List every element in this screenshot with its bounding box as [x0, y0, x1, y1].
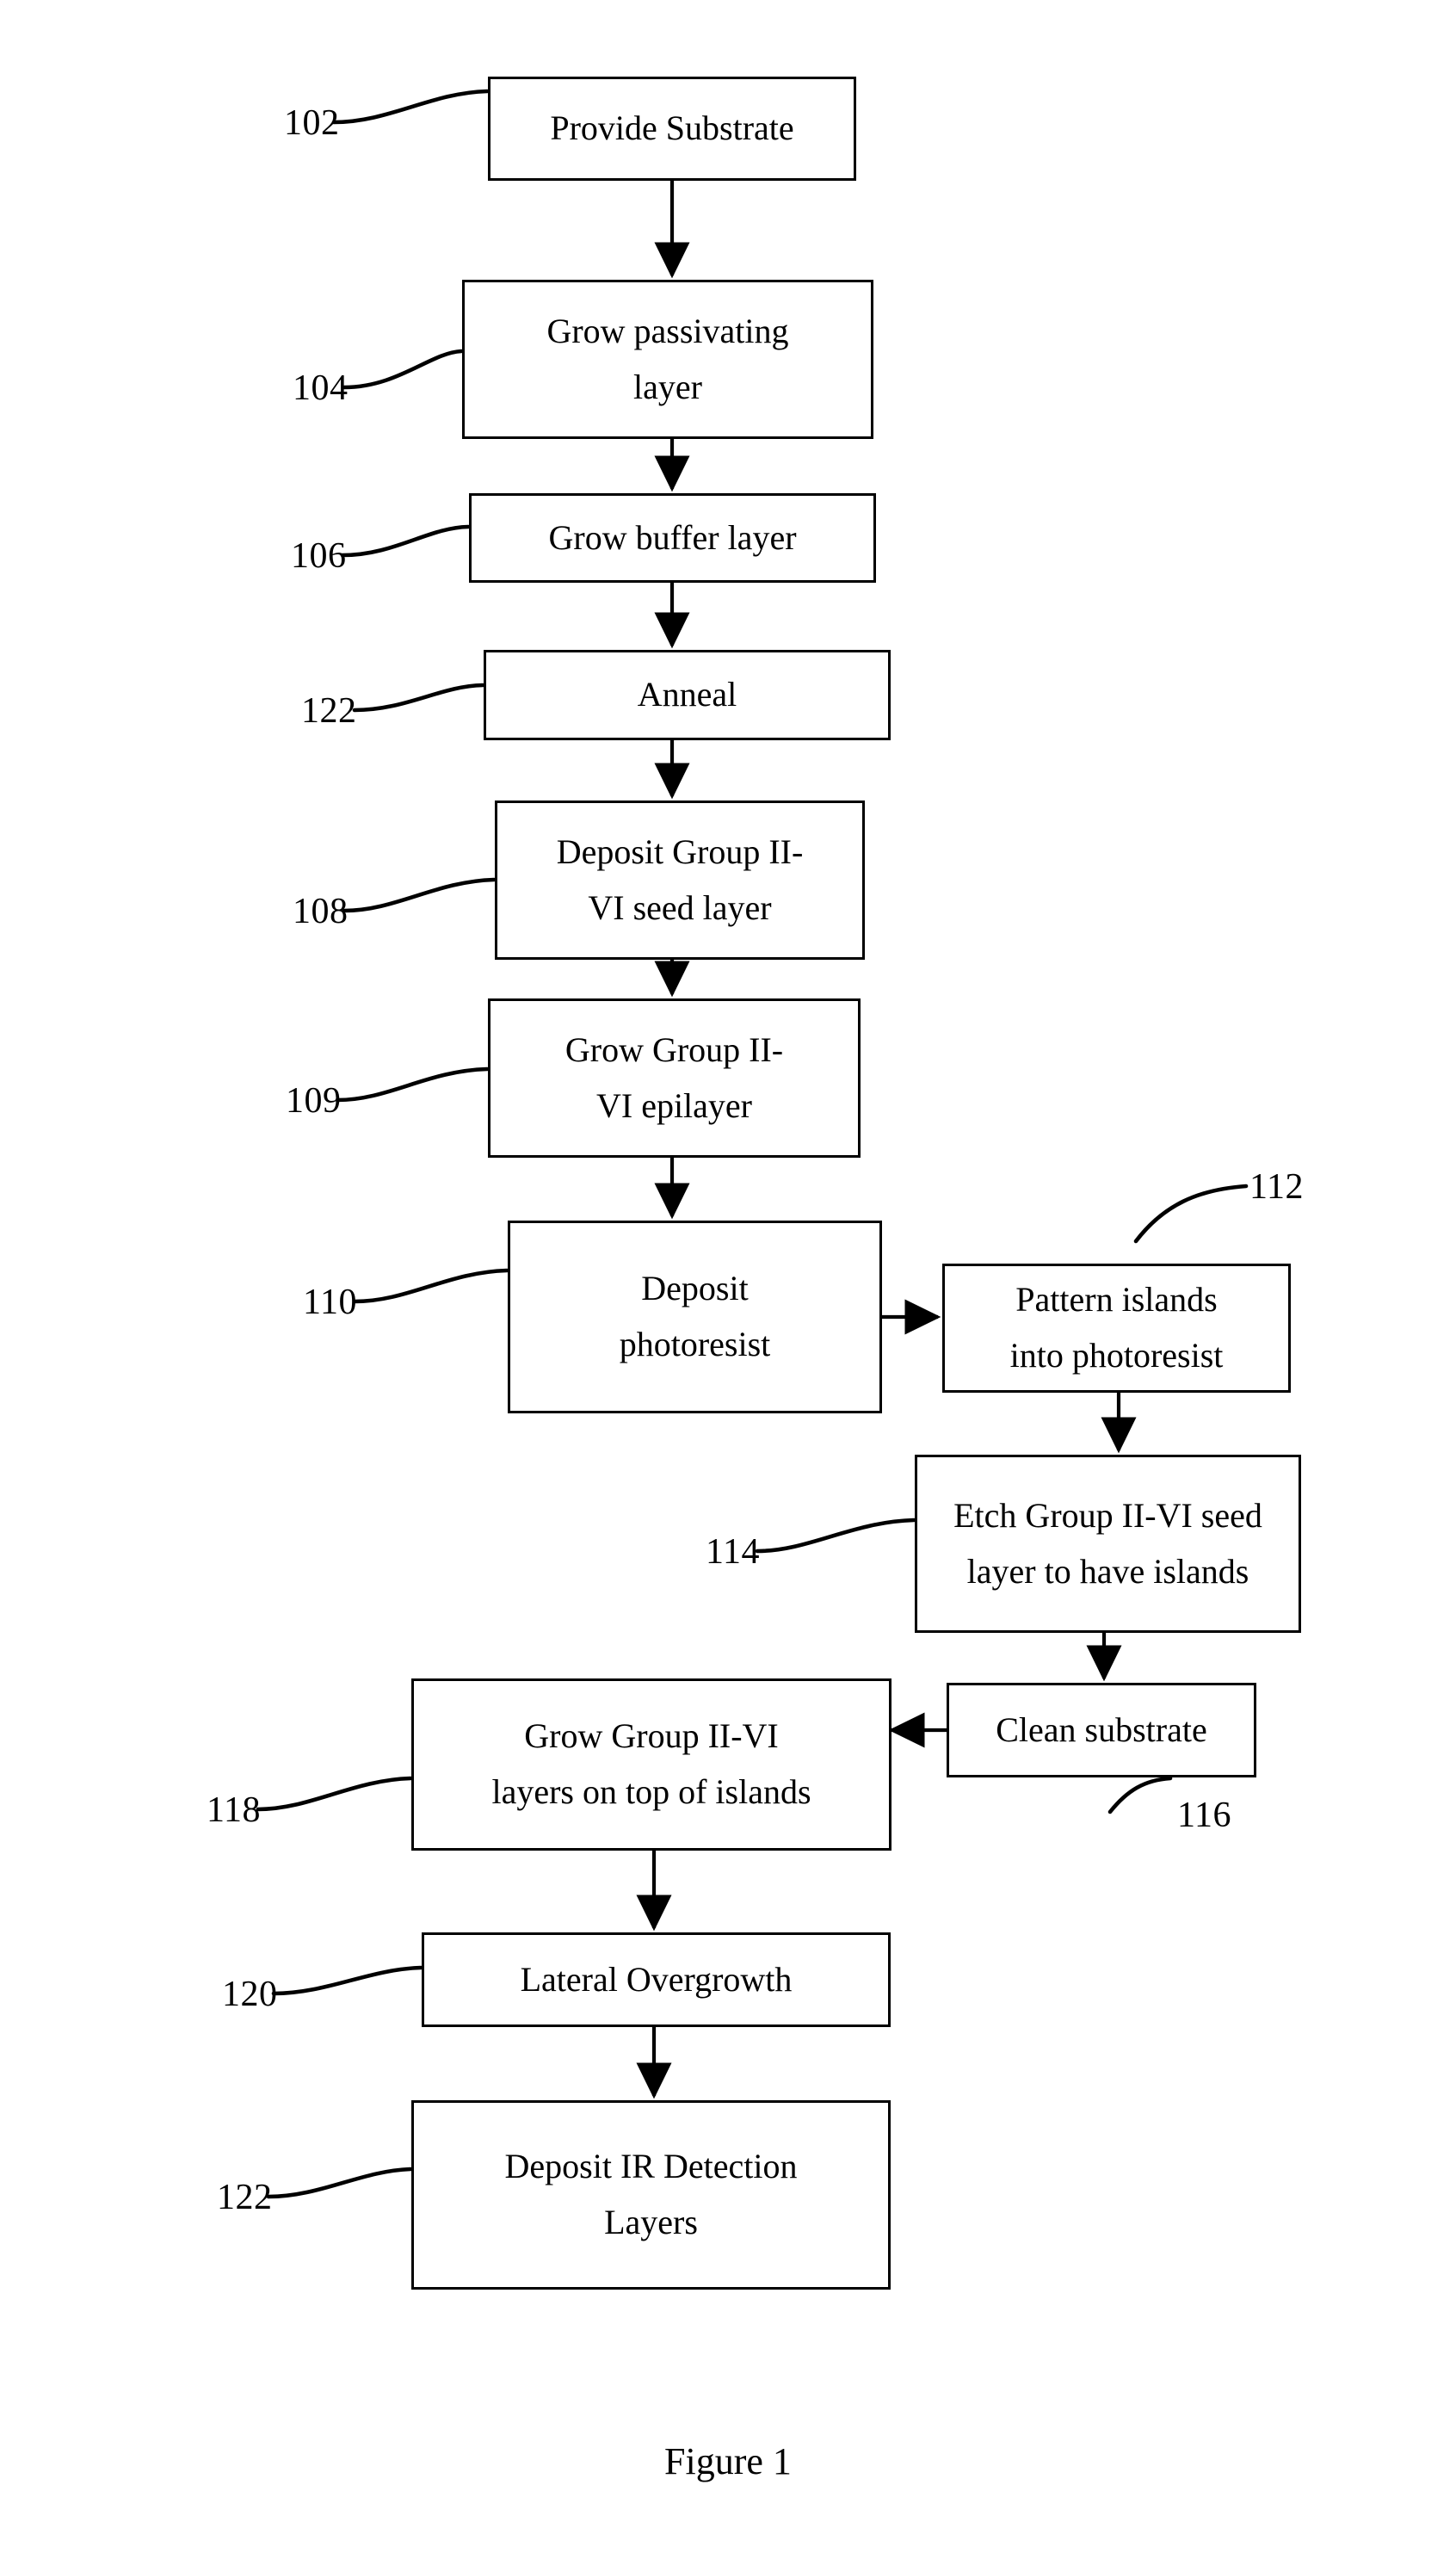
ref-numeral-112: 112 [1249, 1167, 1304, 1207]
ref-numeral-109: 109 [286, 1081, 342, 1121]
ref-numeral-122b: 122 [217, 2178, 273, 2217]
leader-104 [342, 349, 464, 390]
node-clean-substrate[interactable]: Clean substrate [947, 1683, 1256, 1777]
node-deposit-seed-layer[interactable]: Deposit Group II- VI seed layer [495, 801, 865, 960]
node-grow-epilayer[interactable]: Grow Group II- VI epilayer [488, 998, 861, 1158]
leader-108 [342, 877, 497, 913]
ref-numeral-122a: 122 [301, 691, 357, 731]
node-lateral-overgrowth[interactable]: Lateral Overgrowth [422, 1932, 891, 2027]
leader-114 [755, 1518, 916, 1554]
ref-numeral-108: 108 [293, 892, 349, 931]
patent-figure-page: Provide Substrate Grow passivating layer… [0, 0, 1456, 2553]
figure-caption: Figure 1 [664, 2440, 792, 2482]
leader-109 [335, 1066, 490, 1103]
ref-numeral-110: 110 [303, 1283, 357, 1322]
node-grow-layers-on-islands[interactable]: Grow Group II-VI layers on top of island… [411, 1678, 891, 1851]
ref-numeral-114: 114 [706, 1532, 760, 1572]
ref-numeral-116: 116 [1177, 1796, 1231, 1835]
leader-110 [352, 1268, 509, 1304]
ref-numeral-104: 104 [293, 368, 349, 408]
leader-118 [256, 1776, 413, 1812]
ref-numeral-118: 118 [207, 1790, 261, 1830]
leader-120 [271, 1965, 423, 1996]
node-provide-substrate[interactable]: Provide Substrate [488, 77, 856, 181]
ref-numeral-106: 106 [291, 536, 347, 576]
node-etch-seed-layer[interactable]: Etch Group II-VI seed layer to have isla… [915, 1455, 1301, 1633]
leader-116 [1107, 1776, 1173, 1814]
leader-122b [266, 2167, 413, 2199]
ref-numeral-102: 102 [284, 103, 340, 143]
leader-102 [331, 89, 490, 125]
leader-106 [340, 524, 471, 558]
node-pattern-islands[interactable]: Pattern islands into photoresist [942, 1264, 1291, 1393]
node-anneal[interactable]: Anneal [484, 650, 891, 740]
node-grow-passivating-layer[interactable]: Grow passivating layer [462, 280, 873, 439]
ref-numeral-120: 120 [222, 1975, 278, 2014]
node-deposit-ir-detection-layers[interactable]: Deposit IR Detection Layers [411, 2100, 891, 2290]
leader-112 [1133, 1184, 1249, 1244]
node-grow-buffer-layer[interactable]: Grow buffer layer [469, 493, 876, 583]
node-deposit-photoresist[interactable]: Deposit photoresist [508, 1221, 882, 1413]
leader-122a [352, 683, 485, 713]
